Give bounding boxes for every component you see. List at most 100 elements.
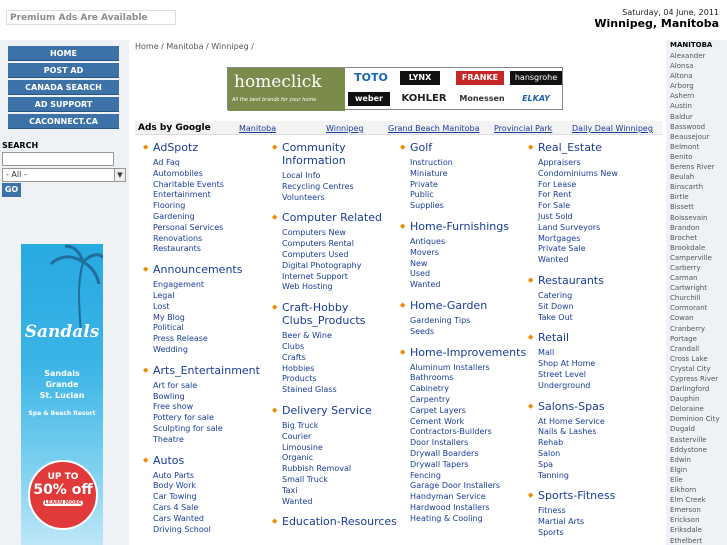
subcategory-link[interactable]: Body Work (153, 481, 278, 492)
subcategory-link[interactable]: Wanted (538, 255, 663, 266)
learn-more-button[interactable]: LEARN MORE (43, 500, 83, 506)
city-link[interactable]: Crandall (670, 344, 719, 354)
subcategory-link[interactable]: For Rent (538, 190, 663, 201)
subcategory-link[interactable]: Charitable Events (153, 180, 278, 191)
city-link[interactable]: Brookdale (670, 243, 719, 253)
ad-link-provincial-park[interactable]: Provincial Park (494, 124, 552, 133)
category-title[interactable]: AdSpotz (153, 141, 278, 154)
subcategory-link[interactable]: Legal (153, 291, 278, 302)
subcategory-link[interactable]: Computers New (282, 228, 407, 239)
subcategory-link[interactable]: Limousine (282, 443, 407, 454)
subcategory-link[interactable]: Flooring (153, 201, 278, 212)
subcategory-link[interactable]: Nails & Lashes (538, 427, 663, 438)
subcategory-link[interactable]: Art for sale (153, 381, 278, 392)
subcategory-link[interactable]: Gardening Tips (410, 316, 535, 327)
subcategory-link[interactable]: Seeds (410, 327, 535, 338)
category-title[interactable]: Delivery Service (282, 404, 407, 417)
ads-by-google-label[interactable]: Ads by Google (138, 123, 211, 133)
subcategory-link[interactable]: Auto Parts (153, 471, 278, 482)
city-link[interactable]: Portage (670, 334, 719, 344)
city-link[interactable]: Elkhorn (670, 485, 719, 495)
subcategory-link[interactable]: Spa (538, 460, 663, 471)
city-link[interactable]: Emerson (670, 505, 719, 515)
city-link[interactable]: Baldur (670, 112, 719, 122)
category-title[interactable]: Home-Improvements (410, 346, 535, 359)
subcategory-link[interactable]: Wedding (153, 345, 278, 356)
subcategory-link[interactable]: Private (410, 180, 535, 191)
city-link[interactable]: Cranberry (670, 324, 719, 334)
subcategory-link[interactable]: Land Surveyors (538, 223, 663, 234)
subcategory-link[interactable]: Supplies (410, 201, 535, 212)
city-link[interactable]: Eriksdale (670, 525, 719, 535)
subcategory-link[interactable]: Press Release (153, 334, 278, 345)
city-link[interactable]: Alonsa (670, 61, 719, 71)
city-link[interactable]: Basswood (670, 122, 719, 132)
city-link[interactable]: Cross Lake (670, 354, 719, 364)
city-link[interactable]: Belmont (670, 142, 719, 152)
subcategory-link[interactable]: Martial Arts (538, 517, 663, 528)
subcategory-link[interactable]: Wanted (282, 497, 407, 508)
breadcrumb[interactable]: Home / Manitoba / Winnipeg / (135, 42, 254, 51)
category-select[interactable]: - All - ▼ (2, 168, 126, 182)
subcategory-link[interactable]: Carpentry (410, 395, 535, 406)
subcategory-link[interactable]: Sports (538, 528, 663, 539)
subcategory-link[interactable]: Catering (538, 291, 663, 302)
city-link[interactable]: Elgin (670, 465, 719, 475)
subcategory-link[interactable]: Computers Used (282, 250, 407, 261)
subcategory-link[interactable]: Wanted (410, 280, 535, 291)
subcategory-link[interactable]: Street Level (538, 370, 663, 381)
subcategory-link[interactable]: Small Truck (282, 475, 407, 486)
nav-canada-search-button[interactable]: CANADA SEARCH (8, 80, 119, 95)
category-title[interactable]: Home-Furnishings (410, 220, 535, 233)
subcategory-link[interactable]: Cement Work (410, 417, 535, 428)
subcategory-link[interactable]: Carpet Layers (410, 406, 535, 417)
subcategory-link[interactable]: Door Installers (410, 438, 535, 449)
category-title[interactable]: Home-Garden (410, 299, 535, 312)
nav-post-ad-button[interactable]: POST AD (8, 63, 119, 78)
city-link[interactable]: Cormorant (670, 303, 719, 313)
category-title[interactable]: Education-Resources (282, 515, 407, 528)
city-link[interactable]: Dominion City (670, 414, 719, 424)
category-title[interactable]: Announcements (153, 263, 278, 276)
city-link[interactable]: Cypress River (670, 374, 719, 384)
subcategory-link[interactable]: Theatre (153, 435, 278, 446)
subcategory-link[interactable]: Take Out (538, 313, 663, 324)
subcategory-link[interactable]: Cars 4 Sale (153, 503, 278, 514)
nav-ad-support-button[interactable]: AD SUPPORT (8, 97, 119, 112)
city-link[interactable]: Binscarth (670, 182, 719, 192)
subcategory-link[interactable]: Driving School (153, 525, 278, 536)
subcategory-link[interactable]: Beer & Wine (282, 331, 407, 342)
category-title[interactable]: Computer Related (282, 211, 407, 224)
category-title[interactable]: Arts_Entertainment (153, 364, 278, 377)
sandals-offer-badge[interactable]: UP TO 50% off LEARN MORE (28, 460, 98, 530)
city-link[interactable]: Carman (670, 273, 719, 283)
subcategory-link[interactable]: Mall (538, 348, 663, 359)
subcategory-link[interactable]: Underground (538, 381, 663, 392)
subcategory-link[interactable]: Personal Services (153, 223, 278, 234)
subcategory-link[interactable]: For Lease (538, 180, 663, 191)
city-link[interactable]: Camperville (670, 253, 719, 263)
subcategory-link[interactable]: Stained Glass (282, 385, 407, 396)
subcategory-link[interactable]: Sit Down (538, 302, 663, 313)
category-title[interactable]: Restaurants (538, 274, 663, 287)
city-link[interactable]: Darlingford (670, 384, 719, 394)
subcategory-link[interactable]: Private Sale (538, 244, 663, 255)
subcategory-link[interactable]: Cabinetry (410, 384, 535, 395)
subcategory-link[interactable]: Renovations (153, 234, 278, 245)
city-link[interactable]: Beausejour (670, 132, 719, 142)
city-link[interactable]: Brandon (670, 223, 719, 233)
city-link[interactable]: Edwin (670, 455, 719, 465)
go-button[interactable]: GO (2, 183, 21, 197)
city-link[interactable]: Alexander (670, 51, 719, 61)
city-link[interactable]: Crystal City (670, 364, 719, 374)
subcategory-link[interactable]: Miniature (410, 169, 535, 180)
subcategory-link[interactable]: Used (410, 269, 535, 280)
subcategory-link[interactable]: Crafts (282, 353, 407, 364)
category-title[interactable]: Community Information (282, 141, 407, 167)
subcategory-link[interactable]: Bowling (153, 392, 278, 403)
subcategory-link[interactable]: Tanning (538, 471, 663, 482)
subcategory-link[interactable]: Antiques (410, 237, 535, 248)
city-link[interactable]: Arborg (670, 81, 719, 91)
city-link[interactable]: Bissett (670, 202, 719, 212)
subcategory-link[interactable]: My Blog (153, 313, 278, 324)
